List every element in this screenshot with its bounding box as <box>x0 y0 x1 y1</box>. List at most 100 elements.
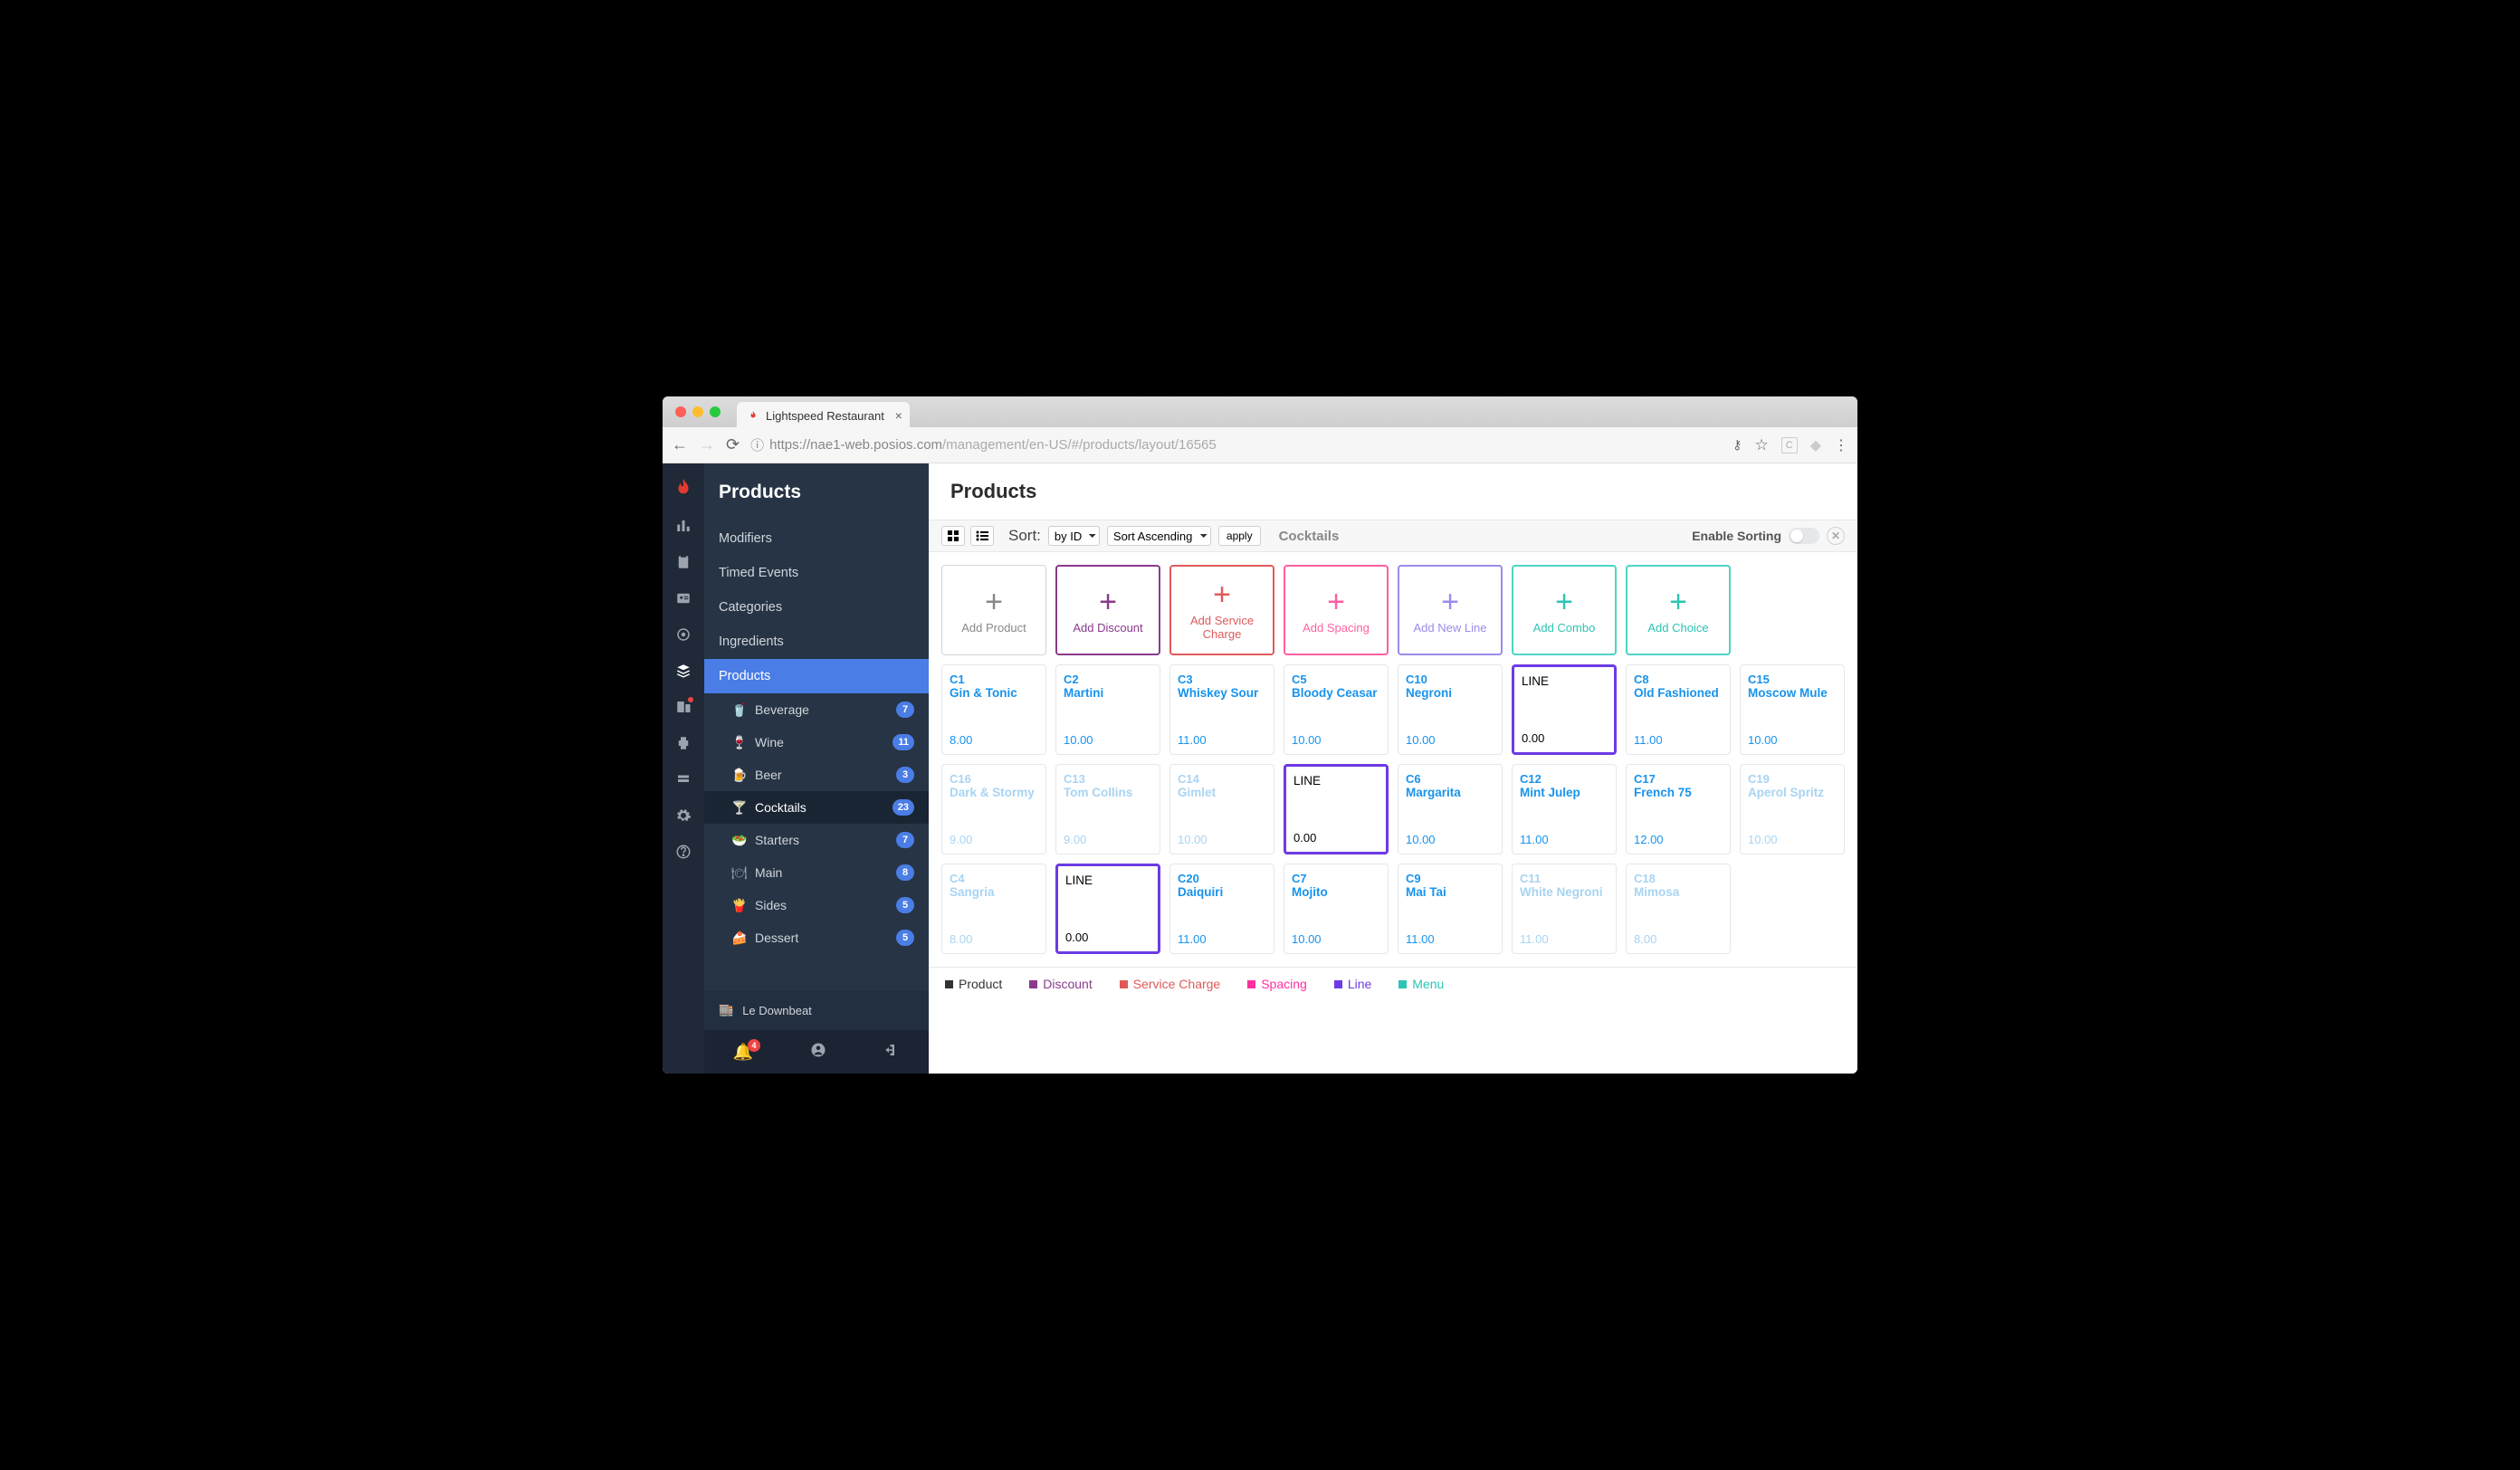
view-grid-button[interactable] <box>941 526 965 546</box>
legend-line: Line <box>1334 977 1371 991</box>
sidebar-item-products[interactable]: Products <box>704 659 929 693</box>
product-card[interactable]: C9Mai Tai11.00 <box>1398 864 1503 954</box>
product-card[interactable]: C10Negroni10.00 <box>1398 664 1503 755</box>
sort-direction-select[interactable]: Sort Ascending <box>1107 526 1211 546</box>
browser-menu[interactable]: ⋮ <box>1834 436 1848 454</box>
product-card[interactable]: C5Bloody Ceasar10.00 <box>1284 664 1389 755</box>
product-card[interactable]: C18Mimosa8.00 <box>1626 864 1731 954</box>
product-card[interactable]: C17French 7512.00 <box>1626 764 1731 854</box>
product-card[interactable]: C13Tom Collins9.00 <box>1055 764 1160 854</box>
sidebar-item-ingredients[interactable]: Ingredients <box>704 625 929 659</box>
product-card[interactable]: C2Martini10.00 <box>1055 664 1160 755</box>
category-icon: 🍷 <box>731 735 744 750</box>
count-badge: 8 <box>896 864 914 881</box>
product-card[interactable]: C1Gin & Tonic8.00 <box>941 664 1046 755</box>
sidebar-sub-cocktails[interactable]: 🍸Cocktails23 <box>704 791 929 824</box>
page-title: Products <box>929 463 1857 520</box>
rail-printer-icon[interactable] <box>675 735 692 751</box>
window-minimize[interactable] <box>692 406 703 417</box>
sidebar: Products ModifiersTimed EventsCategories… <box>704 463 929 1074</box>
ext-c-icon[interactable]: C <box>1781 437 1798 453</box>
browser-tabbar: Lightspeed Restaurant × <box>663 396 1857 427</box>
store-selector[interactable]: 🏬 Le Downbeat <box>704 990 929 1030</box>
product-card[interactable]: C6Margarita10.00 <box>1398 764 1503 854</box>
product-card[interactable]: C14Gimlet10.00 <box>1169 764 1274 854</box>
count-badge: 3 <box>896 767 914 783</box>
window-close[interactable] <box>675 406 686 417</box>
rail-dish-icon[interactable] <box>675 626 692 643</box>
product-card[interactable]: C15Moscow Mule10.00 <box>1740 664 1845 755</box>
plus-icon: + <box>1669 587 1687 617</box>
add-combo-card[interactable]: +Add Combo <box>1512 565 1617 655</box>
sidebar-sub-starters[interactable]: 🥗Starters7 <box>704 824 929 856</box>
rail-products-icon[interactable] <box>675 663 692 679</box>
add-newline-card[interactable]: +Add New Line <box>1398 565 1503 655</box>
toolbar: Sort: by ID Sort Ascending apply Cocktai… <box>929 520 1857 552</box>
sidebar-item-categories[interactable]: Categories <box>704 590 929 625</box>
rail-devices-icon[interactable] <box>675 699 692 715</box>
sidebar-item-timed-events[interactable]: Timed Events <box>704 556 929 590</box>
browser-tab[interactable]: Lightspeed Restaurant × <box>737 402 910 429</box>
category-icon: 🥗 <box>731 833 744 848</box>
plus-icon: + <box>985 587 1003 617</box>
sidebar-sub-beverage[interactable]: 🥤Beverage7 <box>704 693 929 726</box>
apply-button[interactable]: apply <box>1218 526 1261 546</box>
add-service-card[interactable]: +Add Service Charge <box>1169 565 1274 655</box>
product-card[interactable]: C8Old Fashioned11.00 <box>1626 664 1731 755</box>
legend-service-charge: Service Charge <box>1120 977 1221 991</box>
rail-help-icon[interactable] <box>675 844 692 860</box>
line-card[interactable]: LINE0.00 <box>1512 664 1617 755</box>
product-card[interactable]: C4Sangria8.00 <box>941 864 1046 954</box>
view-list-button[interactable] <box>970 526 994 546</box>
add-spacing-card[interactable]: +Add Spacing <box>1284 565 1389 655</box>
window-maximize[interactable] <box>710 406 721 417</box>
logo-flame-icon[interactable] <box>673 478 693 498</box>
sidebar-sub-wine[interactable]: 🍷Wine11 <box>704 726 929 759</box>
line-card[interactable]: LINE0.00 <box>1055 864 1160 954</box>
tab-close-icon[interactable]: × <box>895 408 902 423</box>
bookmark-icon[interactable]: ☆ <box>1754 436 1768 454</box>
add-discount-card[interactable]: +Add Discount <box>1055 565 1160 655</box>
logout-icon[interactable] <box>883 1042 900 1063</box>
plus-icon: + <box>1099 587 1117 617</box>
product-card[interactable]: C3Whiskey Sour11.00 <box>1169 664 1274 755</box>
notifications-bell[interactable]: 🔔4 <box>733 1043 753 1062</box>
nav-rail <box>663 463 704 1074</box>
enable-sorting-toggle[interactable] <box>1789 528 1819 544</box>
drive-icon[interactable]: ◆ <box>1810 436 1821 454</box>
flame-icon <box>748 410 759 421</box>
sidebar-item-modifiers[interactable]: Modifiers <box>704 521 929 556</box>
nav-reload[interactable]: ⟳ <box>726 435 740 454</box>
category-icon: 🍸 <box>731 800 744 816</box>
legend-product: Product <box>945 977 1002 991</box>
rail-gear-icon[interactable] <box>675 807 692 824</box>
rail-id-icon[interactable] <box>675 590 692 606</box>
legend-spacing: Spacing <box>1247 977 1307 991</box>
sidebar-sub-dessert[interactable]: 🍰Dessert5 <box>704 921 929 954</box>
product-card[interactable]: C12Mint Julep11.00 <box>1512 764 1617 854</box>
line-card[interactable]: LINE0.00 <box>1284 764 1389 854</box>
add-choice-card[interactable]: +Add Choice <box>1626 565 1731 655</box>
product-card[interactable]: C7Mojito10.00 <box>1284 864 1389 954</box>
product-card[interactable]: C16Dark & Stormy9.00 <box>941 764 1046 854</box>
plus-icon: + <box>1213 579 1231 610</box>
rail-receipt-icon[interactable] <box>675 771 692 788</box>
add-product-card[interactable]: +Add Product <box>941 565 1046 655</box>
category-icon: 🍟 <box>731 898 744 913</box>
close-panel-button[interactable]: ✕ <box>1827 527 1845 545</box>
address-bar[interactable]: ⓘ https://nae1-web.posios.com/management… <box>750 435 1722 454</box>
count-badge: 23 <box>892 799 914 816</box>
sort-field-select[interactable]: by ID <box>1048 526 1100 546</box>
user-icon[interactable] <box>810 1042 826 1063</box>
sidebar-sub-beer[interactable]: 🍺Beer3 <box>704 759 929 791</box>
product-card[interactable]: C20Daiquiri11.00 <box>1169 864 1274 954</box>
product-card[interactable]: C19Aperol Spritz10.00 <box>1740 764 1845 854</box>
rail-clipboard-icon[interactable] <box>675 554 692 570</box>
count-badge: 7 <box>896 702 914 718</box>
product-card[interactable]: C11White Negroni11.00 <box>1512 864 1617 954</box>
sidebar-sub-main[interactable]: 🍽Main8 <box>704 856 929 889</box>
key-icon[interactable]: ⚷ <box>1732 437 1742 453</box>
sidebar-sub-sides[interactable]: 🍟Sides5 <box>704 889 929 921</box>
rail-analytics-icon[interactable] <box>675 518 692 534</box>
nav-back[interactable]: ← <box>672 435 688 454</box>
